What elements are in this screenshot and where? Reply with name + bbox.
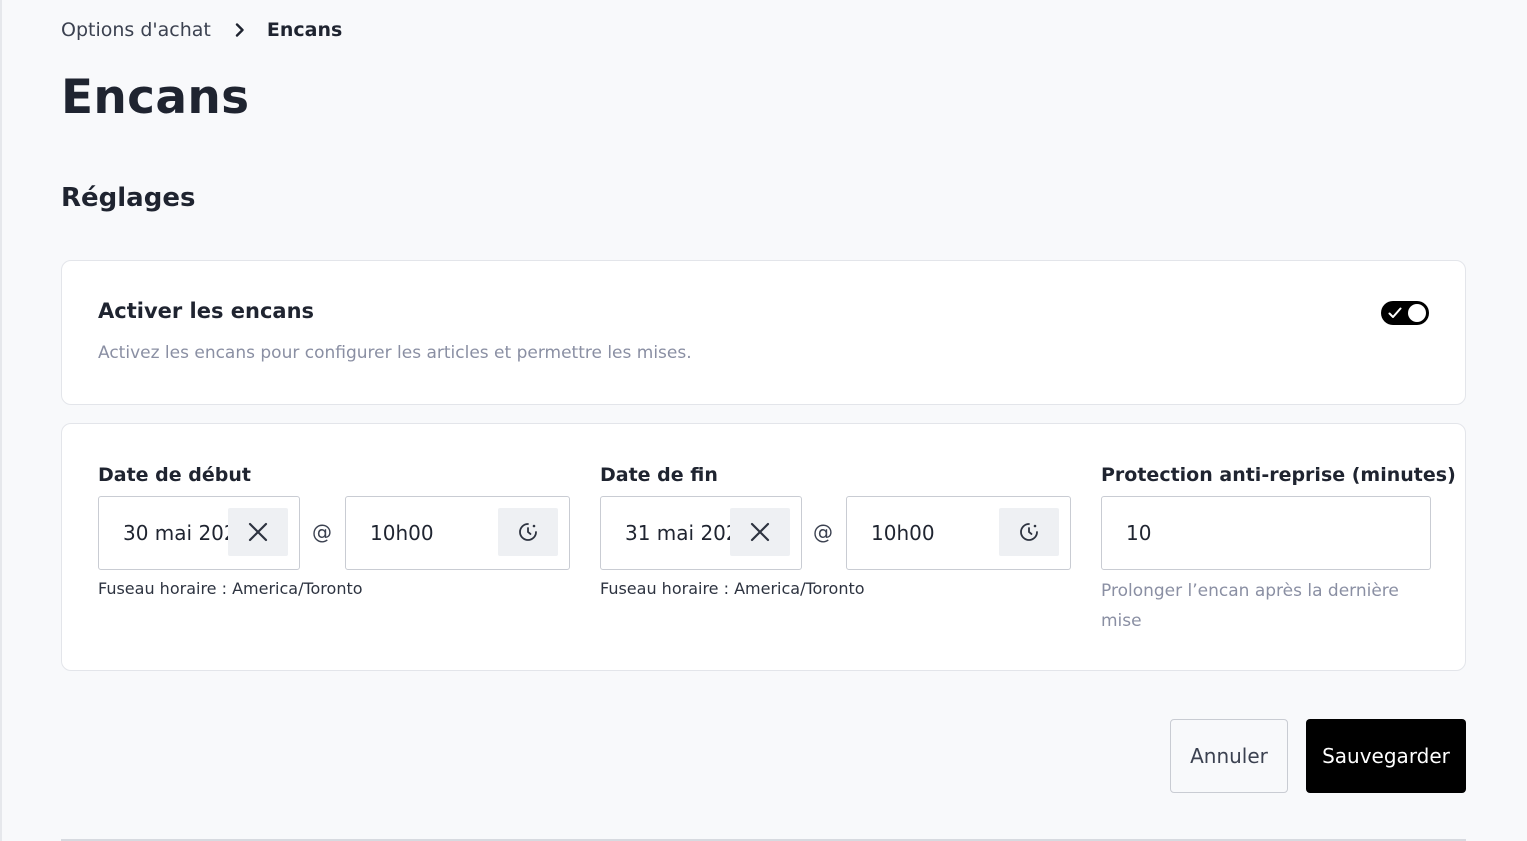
start-date-input[interactable]: 30 mai 2024 — [98, 496, 300, 570]
clock-icon — [519, 523, 537, 541]
enable-auctions-toggle[interactable] — [1381, 301, 1429, 325]
close-icon — [248, 522, 268, 542]
enable-auctions-title: Activer les encans — [98, 299, 315, 323]
end-date-input[interactable]: 31 mai 2024 — [600, 496, 802, 570]
start-at-sign: @ — [312, 520, 332, 544]
breadcrumb-current: Encans — [266, 19, 343, 41]
section-title: Réglages — [61, 183, 196, 213]
chevron-right-icon — [235, 23, 245, 37]
end-timezone-note: Fuseau horaire : America/Toronto — [600, 579, 865, 598]
protection-minutes-input[interactable]: 10 — [1101, 496, 1431, 570]
end-time-input[interactable]: 10h00 — [846, 496, 1071, 570]
cancel-button[interactable]: Annuler — [1170, 719, 1288, 793]
start-time-input[interactable]: 10h00 — [345, 496, 570, 570]
enable-auctions-card: Activer les encans Activez les encans po… — [61, 260, 1466, 405]
enable-auctions-description: Activez les encans pour configurer les a… — [98, 343, 692, 363]
start-date-value: 30 mai 2024 — [123, 521, 229, 545]
end-time-value: 10h00 — [871, 521, 935, 545]
start-date-clear-button[interactable] — [228, 508, 288, 556]
toggle-knob — [1408, 304, 1426, 322]
close-icon — [750, 522, 770, 542]
start-timezone-note: Fuseau horaire : America/Toronto — [98, 579, 363, 598]
end-date-value: 31 mai 2024 — [625, 521, 731, 545]
end-date-label: Date de fin — [600, 464, 718, 486]
protection-minutes-value: 10 — [1126, 521, 1152, 545]
start-time-value: 10h00 — [370, 521, 434, 545]
start-date-label: Date de début — [98, 464, 251, 486]
protection-label: Protection anti-reprise (minutes) — [1101, 464, 1456, 486]
start-time-picker-button[interactable] — [498, 508, 558, 556]
breadcrumb-parent-link[interactable]: Options d'achat — [61, 19, 211, 41]
breadcrumb: Options d'achat Encans — [61, 17, 342, 43]
auction-dates-card: Date de début 30 mai 2024 @ 10h00 Fuseau… — [61, 423, 1466, 671]
end-date-clear-button[interactable] — [730, 508, 790, 556]
end-at-sign: @ — [813, 520, 833, 544]
end-time-picker-button[interactable] — [999, 508, 1059, 556]
save-button[interactable]: Sauvegarder — [1306, 719, 1466, 793]
check-icon — [1388, 305, 1402, 324]
protection-help-text: Prolonger l’encan après la dernière mise — [1101, 581, 1399, 631]
page-title: Encans — [61, 70, 250, 125]
page-edge — [0, 0, 2, 841]
clock-icon — [1020, 523, 1038, 541]
